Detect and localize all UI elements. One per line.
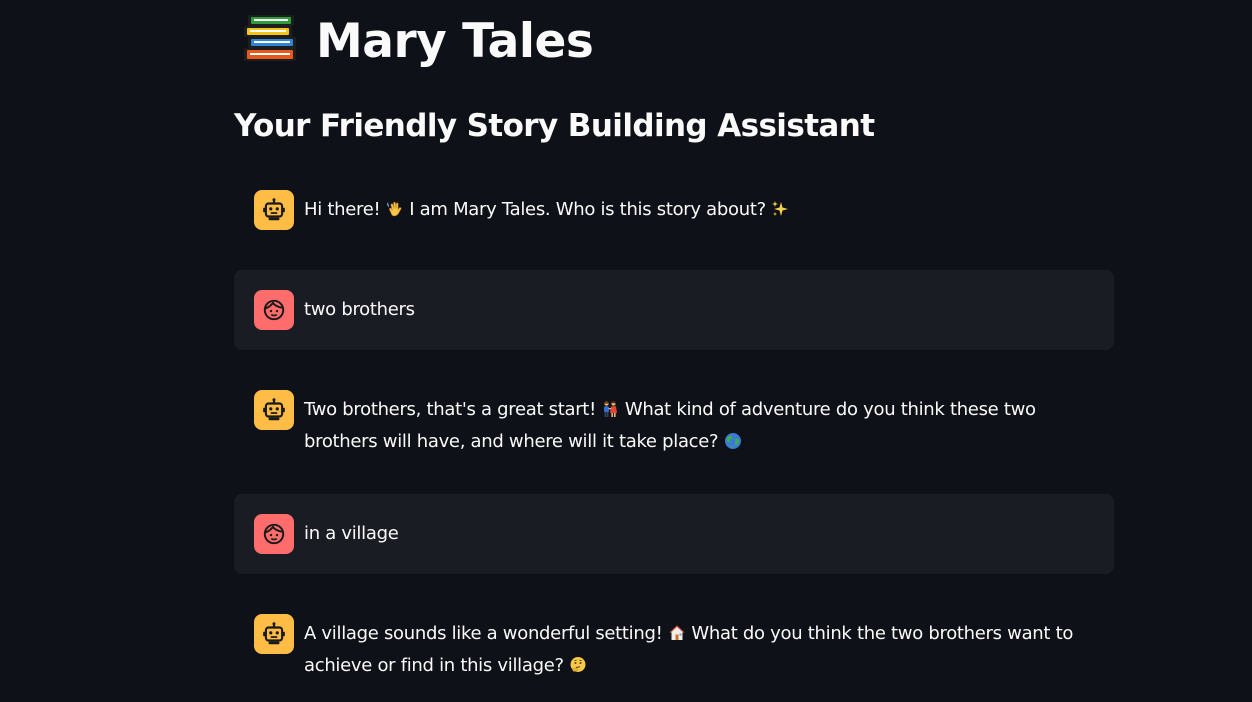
- globe-icon: [724, 432, 742, 450]
- assistant-avatar: [254, 190, 294, 230]
- message-text-part: Two brothers, that's a great start!: [304, 399, 602, 420]
- user-avatar: [254, 514, 294, 554]
- face-icon: [263, 299, 285, 321]
- message-text-part: I am Mary Tales. Who is this story about…: [403, 199, 772, 220]
- page-subtitle: Your Friendly Story Building Assistant: [234, 108, 875, 144]
- robot-icon: [263, 622, 285, 645]
- robot-icon: [263, 198, 285, 221]
- assistant-avatar: [254, 390, 294, 430]
- app-title-text: Mary Tales: [316, 13, 594, 69]
- message-text: Two brothers, that's a great start! What…: [304, 390, 1098, 458]
- assistant-avatar: [254, 614, 294, 654]
- message-text: two brothers: [304, 299, 415, 320]
- robot-icon: [263, 398, 285, 421]
- chat-message-user: in a village: [234, 494, 1114, 574]
- two-people-icon: [601, 400, 619, 418]
- app-title: Mary Tales: [242, 8, 594, 74]
- message-text: Hi there! I am Mary Tales. Who is this s…: [304, 190, 789, 226]
- message-text: in a village: [304, 523, 399, 544]
- thinking-face-icon: [569, 656, 587, 674]
- chat-message-user: two brothers: [234, 270, 1114, 350]
- chat-message-assistant: Two brothers, that's a great start! What…: [234, 370, 1114, 478]
- face-icon: [263, 523, 285, 545]
- message-text: A village sounds like a wonderful settin…: [304, 614, 1098, 682]
- message-text-part: A village sounds like a wonderful settin…: [304, 623, 668, 644]
- message-text-part: Hi there!: [304, 199, 386, 220]
- books-icon: [242, 13, 300, 69]
- user-avatar: [254, 290, 294, 330]
- chat-message-assistant: Hi there! I am Mary Tales. Who is this s…: [234, 170, 1114, 250]
- sparkles-icon: [771, 200, 789, 218]
- chat-message-assistant: A village sounds like a wonderful settin…: [234, 594, 1114, 702]
- house-icon: [668, 624, 686, 642]
- waving-hand-icon: [386, 200, 404, 218]
